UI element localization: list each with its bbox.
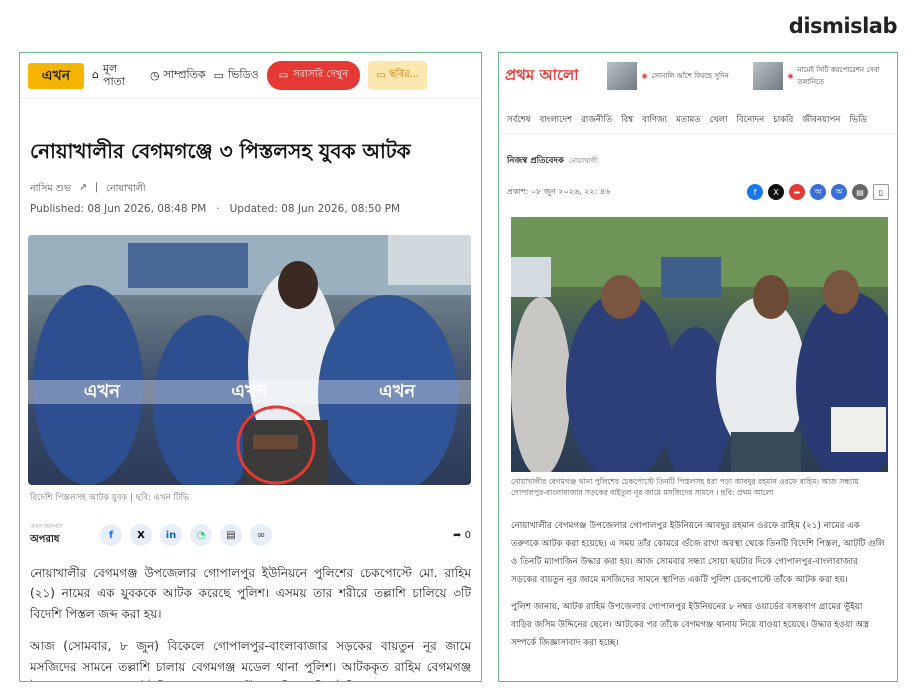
article-body: নোয়াখালীর বেগমগঞ্জ উপজেলার গোপালপুর ইউন… bbox=[20, 549, 481, 681]
paragraph: আজ (সোমবার, ৮ জুন) বিকেলে গোপালপুর-বাংলা… bbox=[30, 639, 471, 681]
news-dot-icon: ◉ bbox=[641, 72, 648, 80]
nav-item[interactable]: জীবনযাপন bbox=[802, 113, 840, 127]
nav-video[interactable]: ▭ ভিডিও bbox=[214, 66, 259, 85]
share-bar: এখন জনপদে অপরাধ f X in ◔ ▤ ∞ ➦ 0 bbox=[20, 505, 481, 549]
section-tag[interactable]: এখন জনপদে অপরাধ bbox=[30, 521, 100, 549]
byline-author[interactable]: নিজস্ব প্রতিবেদক bbox=[507, 154, 564, 168]
nav-item[interactable]: বিনোদন bbox=[737, 113, 765, 127]
nav-video-label: ভিডিও bbox=[228, 68, 259, 81]
byline: নিজস্ব প্রতিবেদক নোয়াখালী bbox=[499, 134, 897, 168]
published-date: Published: 08 Jun 2026, 08:48 PM bbox=[30, 203, 207, 215]
category-nav: সর্বশেষ বাংলাদেশ রাজনীতি বিশ্ব বাণিজ্য ম… bbox=[499, 99, 897, 134]
print-icon[interactable]: ▤ bbox=[220, 524, 242, 546]
author-name[interactable]: নাসিম শুভ bbox=[30, 182, 71, 197]
header-news-1[interactable]: ◉ সোনালি আঁশে ফিরছে সুদিন bbox=[607, 62, 745, 90]
nav-recent[interactable]: ◷ সাম্প্রতিক bbox=[150, 66, 206, 85]
article-body: নোয়াখালীর বেগমগঞ্জ উপজেলার গোপালপুর ইউন… bbox=[499, 499, 897, 653]
nav-item[interactable]: মতামত bbox=[676, 113, 701, 127]
prothomalo-article-panel: প্রথম আলো ◉ সোনালি আঁশে ফিরছে সুদিন ◉ না… bbox=[498, 52, 898, 682]
nav-recent-label: সাম্প্রতিক bbox=[163, 68, 206, 81]
section-label: এখন জনপদে bbox=[30, 523, 63, 530]
share-icon[interactable]: ➦ bbox=[789, 184, 805, 200]
ekhon-header: এখন ⌂ মূল পাতা ◷ সাম্প্রতিক ▭ ভিডিও ▭ সর… bbox=[20, 53, 481, 99]
font-decrease-icon[interactable]: অ bbox=[810, 184, 826, 200]
ekhon-logo[interactable]: এখন bbox=[28, 62, 84, 89]
nav-home-label: মূল পাতা bbox=[102, 61, 126, 88]
clock-icon: ◷ bbox=[150, 69, 160, 82]
paragraph: পুলিশ জানায়, আটক রাহিম উপজেলার গোপালপুর… bbox=[511, 601, 870, 649]
nav-item[interactable]: চাকরি bbox=[773, 113, 793, 127]
nav-item[interactable]: বাণিজ্য bbox=[642, 113, 667, 127]
share-count-value: 0 bbox=[464, 529, 471, 541]
updated-date: Updated: 08 Jun 2026, 08:50 PM bbox=[229, 203, 401, 215]
external-link-icon: ↗ bbox=[78, 182, 87, 193]
photo-caption: নোয়াখালীর বেগমগঞ্জ থানা পুলিশের চেকপোস্… bbox=[511, 477, 859, 498]
nav-item[interactable]: ভিডি bbox=[849, 113, 866, 127]
share-arrow-icon: ➦ bbox=[453, 529, 462, 541]
nav-home[interactable]: ⌂ মূল পাতা bbox=[92, 61, 142, 88]
nav-item[interactable]: খেলা bbox=[710, 113, 728, 127]
dismislab-logo: dismislab bbox=[788, 14, 898, 38]
article-meta: প্রকাশ: ০৮ জুন ২০২৬, ২২: ৪৬ f X ➦ অ অ ▤ … bbox=[499, 168, 897, 200]
x-icon[interactable]: X bbox=[768, 184, 784, 200]
whatsapp-icon[interactable]: ◔ bbox=[190, 524, 212, 546]
video-icon: ▭ bbox=[213, 69, 225, 82]
x-icon[interactable]: X bbox=[130, 524, 152, 546]
article-dates: Published: 08 Jun 2026, 08:48 PM · Updat… bbox=[20, 197, 481, 215]
photo-watermark-band: এখন এখন এখন bbox=[28, 380, 471, 404]
photo-watermark: এখন bbox=[379, 380, 416, 402]
section-name: অপরাধ bbox=[30, 534, 60, 545]
photo-scene bbox=[28, 235, 471, 485]
facebook-icon[interactable]: f bbox=[100, 524, 122, 546]
photo-watermark: এখন bbox=[83, 380, 120, 402]
facebook-icon[interactable]: f bbox=[747, 184, 763, 200]
photo-scene bbox=[511, 217, 888, 472]
prothomalo-header: প্রথম আলো ◉ সোনালি আঁশে ফিরছে সুদিন ◉ না… bbox=[499, 53, 897, 99]
article-title: নোয়াখালীর বেগমগঞ্জে ৩ পিস্তলসহ যুবক আটক bbox=[30, 139, 411, 163]
prothomalo-logo[interactable]: প্রথম আলো bbox=[505, 64, 599, 89]
article-photo: এখন এখন এখন bbox=[28, 235, 471, 485]
paragraph: নোয়াখালীর বেগমগঞ্জ উপজেলার গোপালপুর ইউন… bbox=[30, 566, 471, 621]
header-news-1-title: সোনালি আঁশে ফিরছে সুদিন bbox=[651, 72, 729, 80]
photo-caption: বিদেশি পিস্তলসহ আটক যুবক | ছবি: এখন টিভি bbox=[30, 493, 190, 503]
header-news-2-title: নামেই সিটি করপোরেশন সেবা তলানিতে bbox=[797, 66, 880, 86]
nav-item[interactable]: বিশ্ব bbox=[621, 113, 633, 127]
linkedin-icon[interactable]: in bbox=[160, 524, 182, 546]
paragraph: নোয়াখালীর বেগমগঞ্জ উপজেলার গোপালপুর ইউন… bbox=[511, 520, 885, 586]
photo-watermark: এখন bbox=[231, 380, 268, 402]
date-separator: · bbox=[216, 203, 220, 215]
live-icon: ▭ bbox=[278, 70, 289, 81]
nav-item[interactable]: রাজনীতি bbox=[581, 113, 612, 127]
photo-button[interactable]: ▭ ছবির... bbox=[368, 61, 428, 90]
news-dot-icon: ◉ bbox=[787, 72, 794, 80]
photo-icon: ▭ bbox=[376, 70, 386, 81]
photo-button-label: ছবির... bbox=[389, 69, 420, 80]
news-thumbnail bbox=[753, 62, 784, 90]
font-increase-icon[interactable]: অ bbox=[831, 184, 847, 200]
bookmark-icon[interactable]: ▯ bbox=[873, 184, 889, 200]
article-author-line: নাসিম শুভ ↗ | নোয়াখালী bbox=[20, 170, 481, 197]
home-icon: ⌂ bbox=[92, 68, 99, 82]
share-count: ➦ 0 bbox=[453, 530, 471, 541]
news-thumbnail bbox=[607, 62, 638, 90]
header-news-2[interactable]: ◉ নামেই সিটি করপোরেশন সেবা তলানিতে bbox=[753, 62, 891, 90]
divider: | bbox=[94, 182, 99, 193]
link-icon[interactable]: ∞ bbox=[250, 524, 272, 546]
nav-item[interactable]: বাংলাদেশ bbox=[539, 113, 572, 127]
nav-item[interactable]: সর্বশেষ bbox=[507, 113, 530, 127]
ekhon-article-panel: এখন ⌂ মূল পাতা ◷ সাম্প্রতিক ▭ ভিডিও ▭ সর… bbox=[19, 52, 482, 682]
live-button[interactable]: ▭ সরাসরি দেখুন bbox=[266, 61, 361, 90]
byline-place: নোয়াখালী bbox=[568, 157, 599, 165]
print-icon[interactable]: ▤ bbox=[852, 184, 868, 200]
author-location: নোয়াখালী bbox=[106, 183, 146, 194]
article-photo bbox=[511, 217, 888, 472]
live-button-label: সরাসরি দেখুন bbox=[293, 69, 349, 80]
share-icons: f X ➦ অ অ ▤ ▯ bbox=[747, 184, 889, 200]
published-date: প্রকাশ: ০৮ জুন ২০২৬, ২২: ৪৬ bbox=[507, 186, 611, 196]
